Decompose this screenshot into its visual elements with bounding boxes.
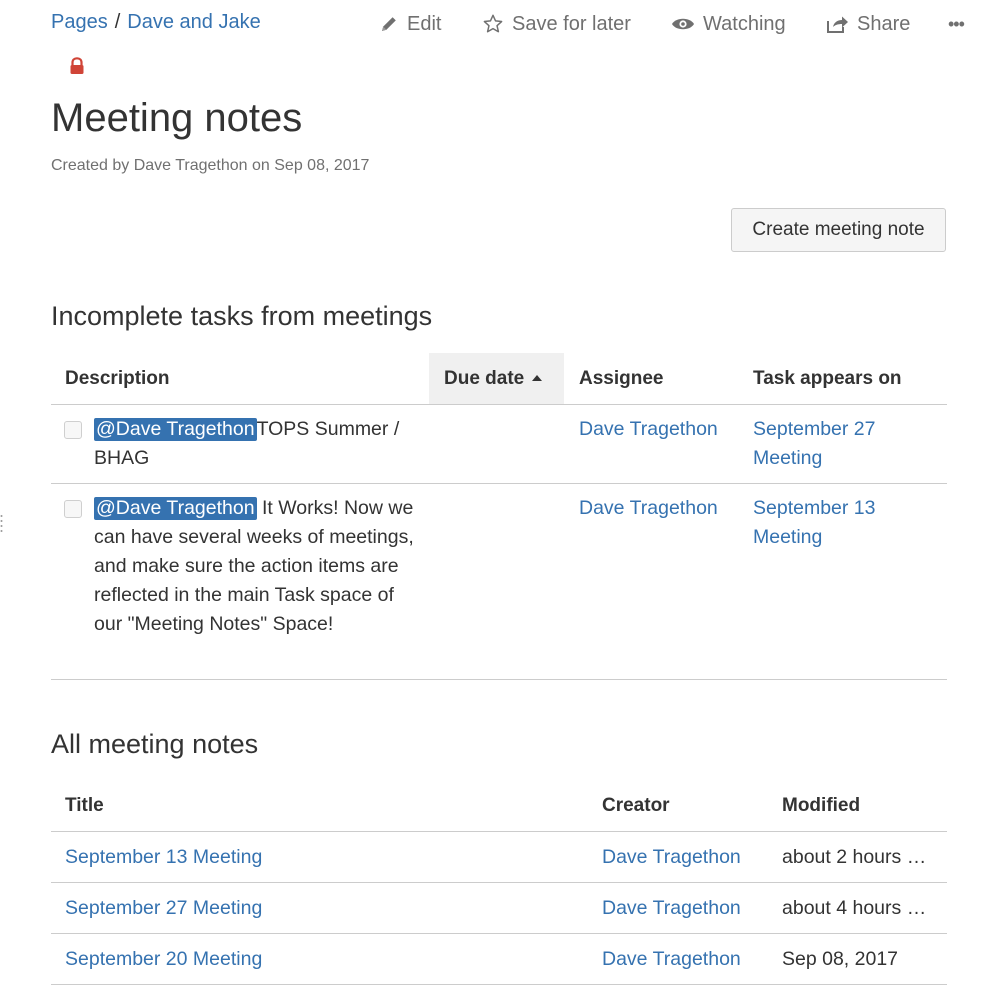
task-assignee-link[interactable]: Dave Tragethon <box>579 415 718 444</box>
page-byline: Created by Dave Tragethon on Sep 08, 201… <box>51 157 370 174</box>
more-icon: ••• <box>948 13 965 34</box>
meeting-note-creator-link[interactable]: Dave Tragethon <box>602 934 741 984</box>
meeting-note-modified: Sep 08, 2017 <box>782 948 899 970</box>
meeting-note-title-link[interactable]: September 13 Meeting <box>65 832 262 882</box>
task-checkbox[interactable] <box>64 500 82 518</box>
user-mention[interactable]: @Dave Tragethon <box>94 418 257 441</box>
watching-button[interactable]: Watching <box>671 10 786 38</box>
meeting-note-creator-link[interactable]: Dave Tragethon <box>602 832 741 882</box>
page-actions: Edit Save for later Watching Share ••• <box>0 10 983 38</box>
table-row: September 27 Meeting Dave Tragethon abou… <box>51 883 947 934</box>
column-header-description[interactable]: Description <box>65 353 170 404</box>
save-for-later-label: Save for later <box>512 12 631 35</box>
notes-heading: All meeting notes <box>51 729 259 759</box>
task-source-page-link[interactable]: September 27 Meeting <box>753 415 903 473</box>
edit-label: Edit <box>407 12 442 35</box>
column-header-creator[interactable]: Creator <box>602 780 670 831</box>
star-outline-icon <box>482 13 504 35</box>
save-for-later-button[interactable]: Save for later <box>482 10 631 38</box>
sort-ascending-icon <box>532 375 543 381</box>
task-assignee-link[interactable]: Dave Tragethon <box>579 494 718 523</box>
share-label: Share <box>857 12 911 35</box>
edit-button[interactable]: Edit <box>379 10 441 38</box>
column-header-assignee[interactable]: Assignee <box>579 353 663 404</box>
table-row: September 20 Meeting Dave Tragethon Sep … <box>51 934 947 985</box>
tasks-heading: Incomplete tasks from meetings <box>51 301 433 331</box>
page-title: Meeting notes <box>51 96 303 140</box>
top-bar: Pages / Dave and Jake Edit Save for later … <box>0 0 983 48</box>
column-header-task-appears-on[interactable]: Task appears on <box>753 353 902 404</box>
task-description: @Dave Tragethon TOPS Summer / BHAG <box>94 418 400 469</box>
task-source-page-link[interactable]: September 13 Meeting <box>753 494 903 552</box>
notes-table-header: Title Creator Modified <box>51 780 947 832</box>
meeting-notes-table: Title Creator Modified September 13 Meet… <box>51 780 947 985</box>
due-date-label: Due date <box>444 368 525 389</box>
sidebar-resize-handle[interactable] <box>0 513 3 535</box>
watching-label: Watching <box>703 12 786 35</box>
share-icon <box>825 14 849 34</box>
user-mention[interactable]: @Dave Tragethon <box>94 497 257 520</box>
task-description: @Dave Tragethon It Works! Now we can hav… <box>94 497 414 635</box>
meeting-note-title-link[interactable]: September 27 Meeting <box>65 883 262 933</box>
column-header-due-date[interactable]: Due date <box>429 353 564 404</box>
task-checkbox[interactable] <box>64 421 82 439</box>
tasks-table: Description Due date Assignee Task appea… <box>51 353 947 680</box>
table-row: @Dave Tragethon TOPS Summer / BHAG Dave T… <box>51 405 947 484</box>
meeting-note-title-link[interactable]: September 20 Meeting <box>65 934 262 984</box>
pencil-icon <box>379 14 399 34</box>
create-meeting-note-button[interactable]: Create meeting note <box>731 208 946 252</box>
table-row: September 13 Meeting Dave Tragethon abou… <box>51 832 947 883</box>
column-header-title[interactable]: Title <box>65 780 104 831</box>
tasks-table-header: Description Due date Assignee Task appea… <box>51 353 947 405</box>
meeting-note-modified: about 2 hours ago <box>782 846 934 868</box>
more-actions-button[interactable]: ••• <box>948 10 965 38</box>
eye-icon <box>671 14 695 34</box>
meeting-note-creator-link[interactable]: Dave Tragethon <box>602 883 741 933</box>
share-button[interactable]: Share <box>825 10 910 38</box>
column-header-modified[interactable]: Modified <box>782 780 860 831</box>
table-row: @Dave Tragethon It Works! Now we can hav… <box>51 484 947 680</box>
lock-icon[interactable] <box>67 56 87 76</box>
meeting-note-modified: about 4 hours ago <box>782 897 934 919</box>
